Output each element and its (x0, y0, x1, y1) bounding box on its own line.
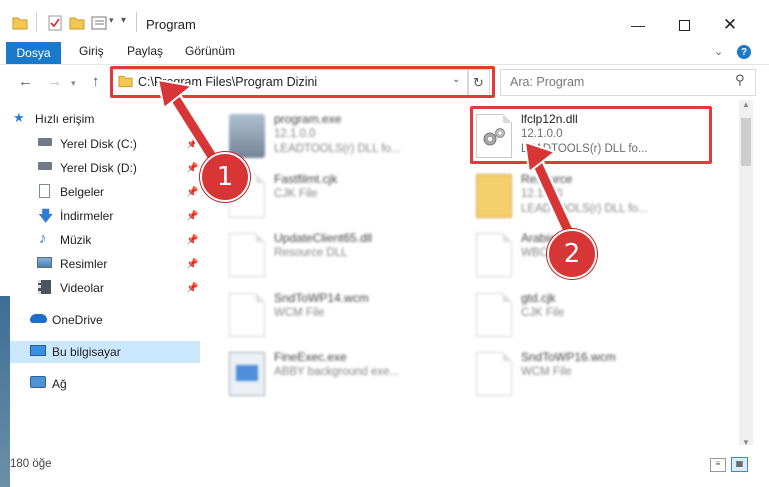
tiles-view-icon[interactable]: ▦ (731, 457, 748, 472)
desktop-background (0, 296, 10, 487)
file-item[interactable]: FineExec.exe ABBY background exe... (229, 348, 469, 404)
back-button[interactable]: ← (18, 73, 33, 90)
expand-ribbon-icon[interactable]: ⌄ (714, 45, 723, 58)
cloud-icon (30, 314, 47, 323)
star-icon: ★ (13, 110, 25, 125)
tab-file[interactable]: Dosya (6, 42, 61, 64)
pin-icon[interactable]: 📌 (186, 259, 198, 270)
file-item[interactable]: Fastfilmt.cjk CJK File (229, 170, 469, 226)
sidebar-item-pictures[interactable]: Resimler 📌 (0, 253, 200, 275)
item-count: 180 öğe (10, 458, 52, 470)
sidebar-item-network[interactable]: Ağ (0, 373, 200, 395)
music-icon: ♪ (39, 230, 47, 247)
details-view-icon[interactable]: ≡ (710, 458, 726, 472)
app-icon (229, 352, 265, 396)
file-item[interactable]: SndToWP16.wcm WCM File (476, 348, 716, 404)
step-2-badge: 2 (547, 229, 597, 279)
divider (36, 12, 37, 32)
pin-icon[interactable]: 📌 (186, 235, 198, 246)
video-icon (38, 280, 51, 294)
drive-icon (38, 138, 52, 146)
file-item[interactable]: gtd.cjk CJK File (476, 289, 716, 345)
sidebar-item-downloads[interactable]: 🡇 İndirmeler 📌 (0, 205, 200, 227)
forward-button[interactable]: → (47, 73, 62, 90)
doc-icon (476, 293, 512, 337)
sidebar-item-music[interactable]: ♪ Müzik 📌 (0, 229, 200, 251)
maximize-button[interactable] (661, 10, 707, 40)
computer-icon (30, 345, 46, 356)
pin-icon[interactable]: 📌 (186, 211, 198, 222)
tab-home[interactable]: Giriş (79, 44, 104, 58)
qa-dropdown-icon[interactable]: ▾ (109, 15, 114, 26)
file-item[interactable]: UpdateClient65.dll Resource DLL (229, 229, 469, 285)
close-button[interactable]: ✕ (707, 10, 753, 40)
customize-toolbar-icon[interactable]: ▾ (121, 15, 126, 26)
file-item[interactable]: program.exe 12.1.0.0 LEADTOOLS(r) DLL fo… (229, 110, 469, 166)
file-item[interactable]: Resource 12.1.0.0 LEADTOOLS(r) DLL fo... (476, 170, 716, 226)
help-icon[interactable]: ? (737, 45, 751, 59)
doc-icon (476, 233, 512, 277)
pin-icon[interactable]: 📌 (186, 187, 198, 198)
sidebar-item-onedrive[interactable]: OneDrive (0, 309, 200, 331)
tab-view[interactable]: Görünüm (185, 44, 235, 58)
search-placeholder: Ara: Program (510, 75, 585, 89)
search-icon[interactable]: ⚲ (735, 72, 745, 88)
properties-icon[interactable] (47, 15, 63, 31)
network-icon (30, 376, 46, 388)
view-options-icon[interactable] (91, 15, 107, 31)
step-1-badge: 1 (200, 152, 250, 202)
sidebar-item-videos[interactable]: Videolar 📌 (0, 277, 200, 299)
doc-icon (476, 352, 512, 396)
scroll-up-icon[interactable]: ▲ (742, 100, 750, 109)
drive-icon (38, 162, 52, 170)
documents-icon (39, 184, 50, 198)
tab-share[interactable]: Paylaş (127, 44, 163, 58)
divider (136, 12, 137, 32)
folder-icon (476, 174, 512, 218)
pin-icon[interactable]: 📌 (186, 283, 198, 294)
download-icon: 🡇 (38, 208, 54, 225)
sidebar-item-this-pc[interactable]: Bu bilgisayar (0, 341, 200, 363)
ribbon-bar (0, 40, 769, 65)
file-item[interactable]: SndToWP14.wcm WCM File (229, 289, 469, 345)
recent-locations-icon[interactable]: ▾ (71, 78, 76, 89)
pictures-icon (37, 257, 52, 268)
minimize-button[interactable]: — (615, 10, 661, 40)
window-title: Program (146, 17, 196, 32)
folder-icon (12, 17, 28, 30)
doc-icon (229, 293, 265, 337)
dll-icon (229, 233, 265, 277)
new-folder-icon[interactable] (69, 15, 85, 31)
scrollbar-thumb[interactable] (741, 118, 751, 166)
scroll-down-icon[interactable]: ▼ (742, 438, 750, 447)
up-button[interactable]: ↑ (92, 73, 100, 90)
